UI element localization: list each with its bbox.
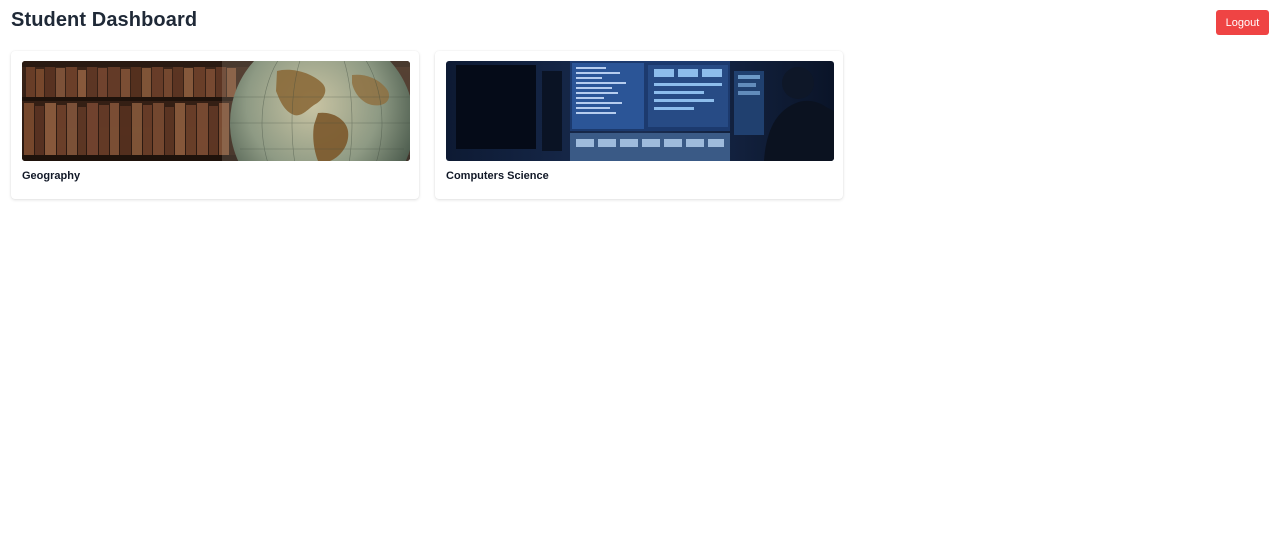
course-title: Computers Science [446,170,549,182]
page-header: Student Dashboard Logout [0,0,1280,46]
student-dashboard-page: Student Dashboard Logout Geography Compu… [0,0,1280,550]
course-card-computers-science[interactable]: Computers Science [435,51,843,199]
computers-science-course-image [446,61,834,161]
course-card-geography[interactable]: Geography [11,51,419,199]
logout-button[interactable]: Logout [1216,10,1269,35]
geography-course-image [22,61,410,161]
course-title: Geography [22,170,81,182]
page-title: Student Dashboard [11,9,198,31]
